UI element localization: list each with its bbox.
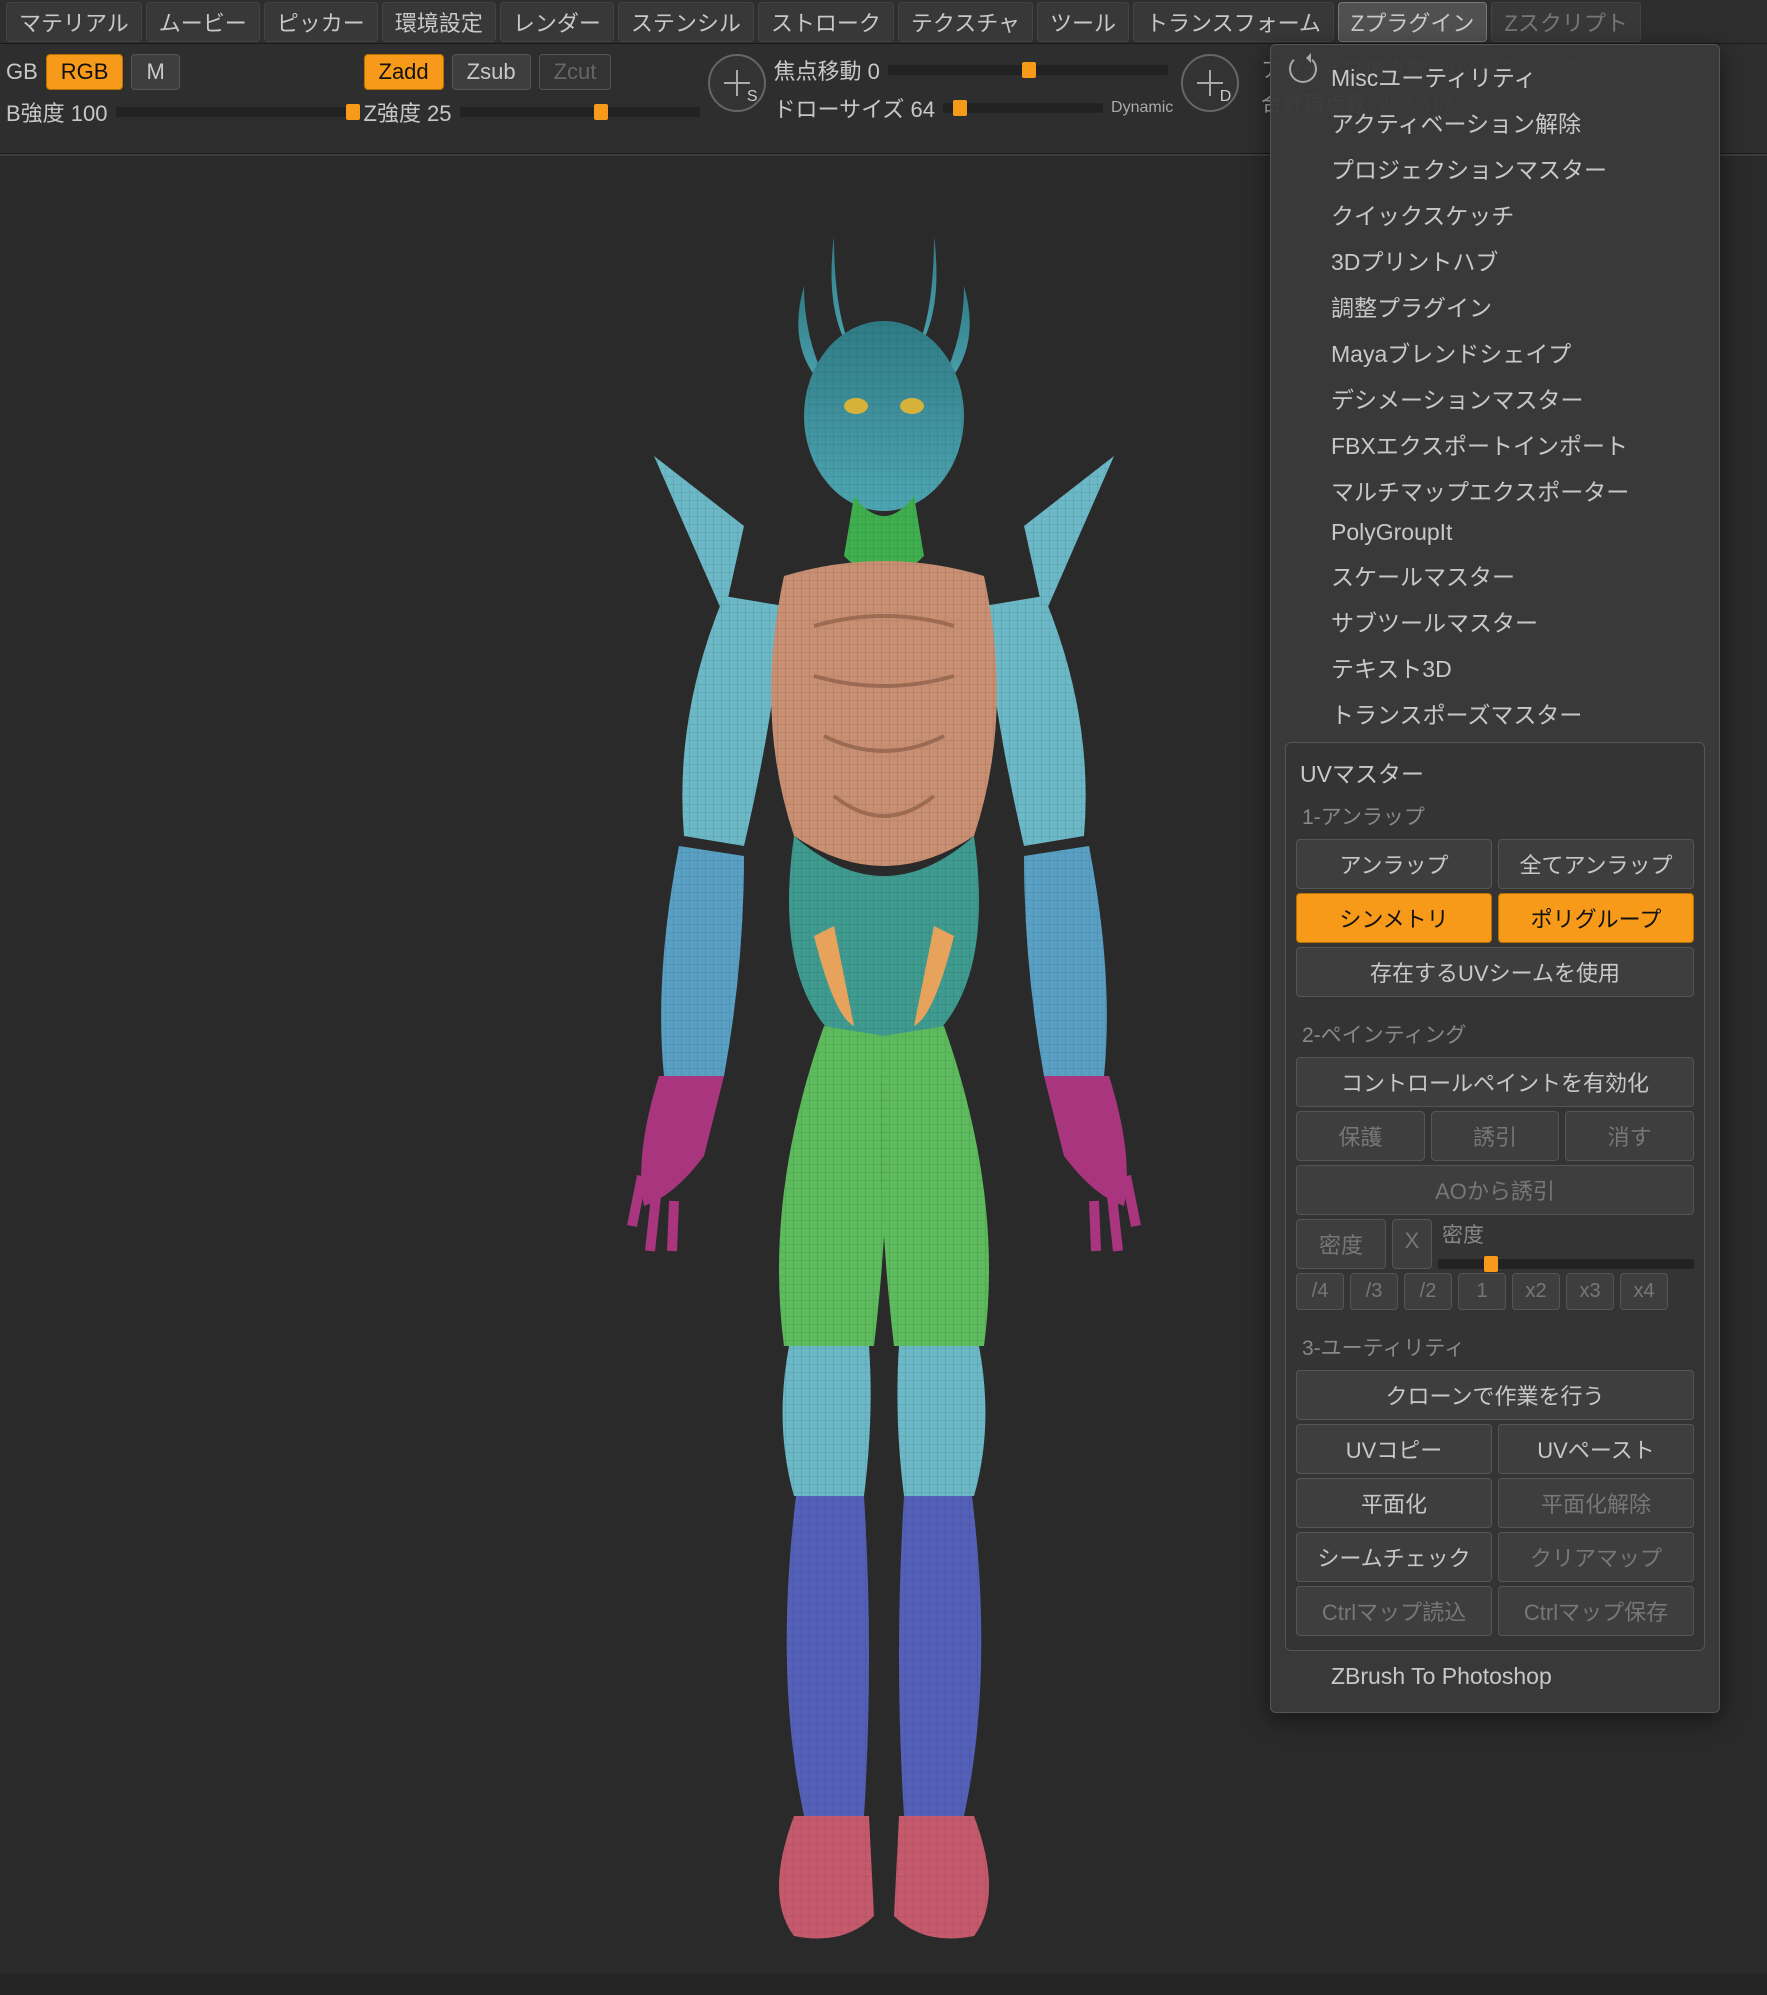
density-button[interactable]: 密度 [1296,1219,1386,1269]
menubar: マテリアルムービーピッカー環境設定レンダーステンシルストロークテクスチャツールト… [0,0,1767,44]
density-x-button[interactable]: X [1392,1219,1432,1269]
symmetry-button[interactable]: シンメトリ [1296,893,1492,943]
dd-item-zbrush-photoshop[interactable]: ZBrush To Photoshop [1271,1657,1719,1696]
menu-9[interactable]: トランスフォーム [1133,2,1334,42]
density-mult-/3[interactable]: /3 [1350,1273,1398,1310]
polygroups-button[interactable]: ポリグループ [1498,893,1694,943]
menu-1[interactable]: ムービー [146,2,260,42]
density-mult-x2[interactable]: x2 [1512,1273,1560,1310]
dd-item-7[interactable]: デシメーションマスター [1271,375,1719,421]
b-intensity-label: B強度 100 [6,96,108,128]
dd-item-0[interactable]: Miscユーティリティ [1271,53,1719,99]
density-slider[interactable] [1438,1259,1694,1269]
z-intensity-label: Z強度 25 [364,96,452,128]
erase-button[interactable]: 消す [1565,1111,1694,1161]
model-illustration [474,196,1294,1956]
dynamic-label[interactable]: Dynamic [1111,99,1173,117]
dd-item-13[interactable]: テキスト3D [1271,644,1719,690]
draw-slider[interactable] [943,103,1103,113]
sec1-label: 1-アンラップ [1296,797,1694,835]
menu-0[interactable]: マテリアル [6,2,142,42]
dd-item-6[interactable]: Mayaブレンドシェイプ [1271,329,1719,375]
menu-2[interactable]: ピッカー [264,2,378,42]
density-mult-x4[interactable]: x4 [1620,1273,1668,1310]
dd-item-10[interactable]: PolyGroupIt [1271,513,1719,552]
focal-slider[interactable] [888,65,1168,75]
menu-4[interactable]: レンダー [500,2,614,42]
uvmaster-title[interactable]: UVマスター [1296,753,1694,797]
density2-label: 密度 [1438,1219,1694,1249]
b-intensity-slider[interactable] [116,107,356,117]
zcut-button[interactable]: Zcut [539,54,612,90]
m-button[interactable]: M [131,54,179,90]
uvcopy-button[interactable]: UVコピー [1296,1424,1492,1474]
zadd-button[interactable]: Zadd [364,54,444,90]
menu-6[interactable]: ストローク [758,2,894,42]
s-circle-button[interactable]: S [708,54,766,112]
unwrap-all-button[interactable]: 全てアンラップ [1498,839,1694,889]
unflatten-button[interactable]: 平面化解除 [1498,1478,1694,1528]
dd-item-2[interactable]: プロジェクションマスター [1271,145,1719,191]
zplugin-dropdown: Miscユーティリティアクティベーション解除プロジェクションマスタークイックスケ… [1270,44,1720,1713]
d-circle-button[interactable]: D [1181,54,1239,112]
clone-button[interactable]: クローンで作業を行う [1296,1370,1694,1420]
recent-icon[interactable] [1289,55,1317,83]
s-letter: S [747,88,758,106]
menu-11[interactable]: Zスクリプト [1491,2,1640,42]
density-mult-1[interactable]: 1 [1458,1273,1506,1310]
unwrap-button[interactable]: アンラップ [1296,839,1492,889]
dd-item-8[interactable]: FBXエクスポートインポート [1271,421,1719,467]
attract-button[interactable]: 誘引 [1431,1111,1560,1161]
flatten-button[interactable]: 平面化 [1296,1478,1492,1528]
density-mult-/2[interactable]: /2 [1404,1273,1452,1310]
sec3-label: 3-ユーティリティ [1296,1328,1694,1366]
uvpaste-button[interactable]: UVペースト [1498,1424,1694,1474]
focal-label: 焦点移動 0 [774,54,880,86]
dd-item-12[interactable]: サブツールマスター [1271,598,1719,644]
menu-8[interactable]: ツール [1037,2,1129,42]
density-mult-x3[interactable]: x3 [1566,1273,1614,1310]
ctrlload-button[interactable]: Ctrlマップ読込 [1296,1586,1492,1636]
cp-enable-button[interactable]: コントロールペイントを有効化 [1296,1057,1694,1107]
dd-item-5[interactable]: 調整プラグイン [1271,283,1719,329]
menu-10[interactable]: Zプラグイン [1338,2,1487,42]
dd-item-9[interactable]: マルチマップエクスポーター [1271,467,1719,513]
existing-seams-button[interactable]: 存在するUVシームを使用 [1296,947,1694,997]
dd-item-3[interactable]: クイックスケッチ [1271,191,1719,237]
menu-5[interactable]: ステンシル [618,2,754,42]
clearmap-button[interactable]: クリアマップ [1498,1532,1694,1582]
protect-button[interactable]: 保護 [1296,1111,1425,1161]
draw-label: ドローサイズ 64 [774,92,935,124]
rgb-button[interactable]: RGB [46,54,124,90]
menu-7[interactable]: テクスチャ [898,2,1033,42]
dd-item-11[interactable]: スケールマスター [1271,552,1719,598]
gb-label: GB [6,59,38,85]
d-letter: D [1220,88,1232,106]
seamcheck-button[interactable]: シームチェック [1296,1532,1492,1582]
ctrlsave-button[interactable]: Ctrlマップ保存 [1498,1586,1694,1636]
menu-3[interactable]: 環境設定 [382,2,496,42]
zsub-button[interactable]: Zsub [452,54,531,90]
dd-item-4[interactable]: 3Dプリントハブ [1271,237,1719,283]
uvmaster-panel: UVマスター 1-アンラップ アンラップ 全てアンラップ シンメトリ ポリグルー… [1285,742,1705,1651]
density-mult-/4[interactable]: /4 [1296,1273,1344,1310]
sec2-label: 2-ペインティング [1296,1015,1694,1053]
z-intensity-slider[interactable] [460,107,700,117]
dd-item-1[interactable]: アクティベーション解除 [1271,99,1719,145]
ao-attract-button[interactable]: AOから誘引 [1296,1165,1694,1215]
dd-item-14[interactable]: トランスポーズマスター [1271,690,1719,736]
